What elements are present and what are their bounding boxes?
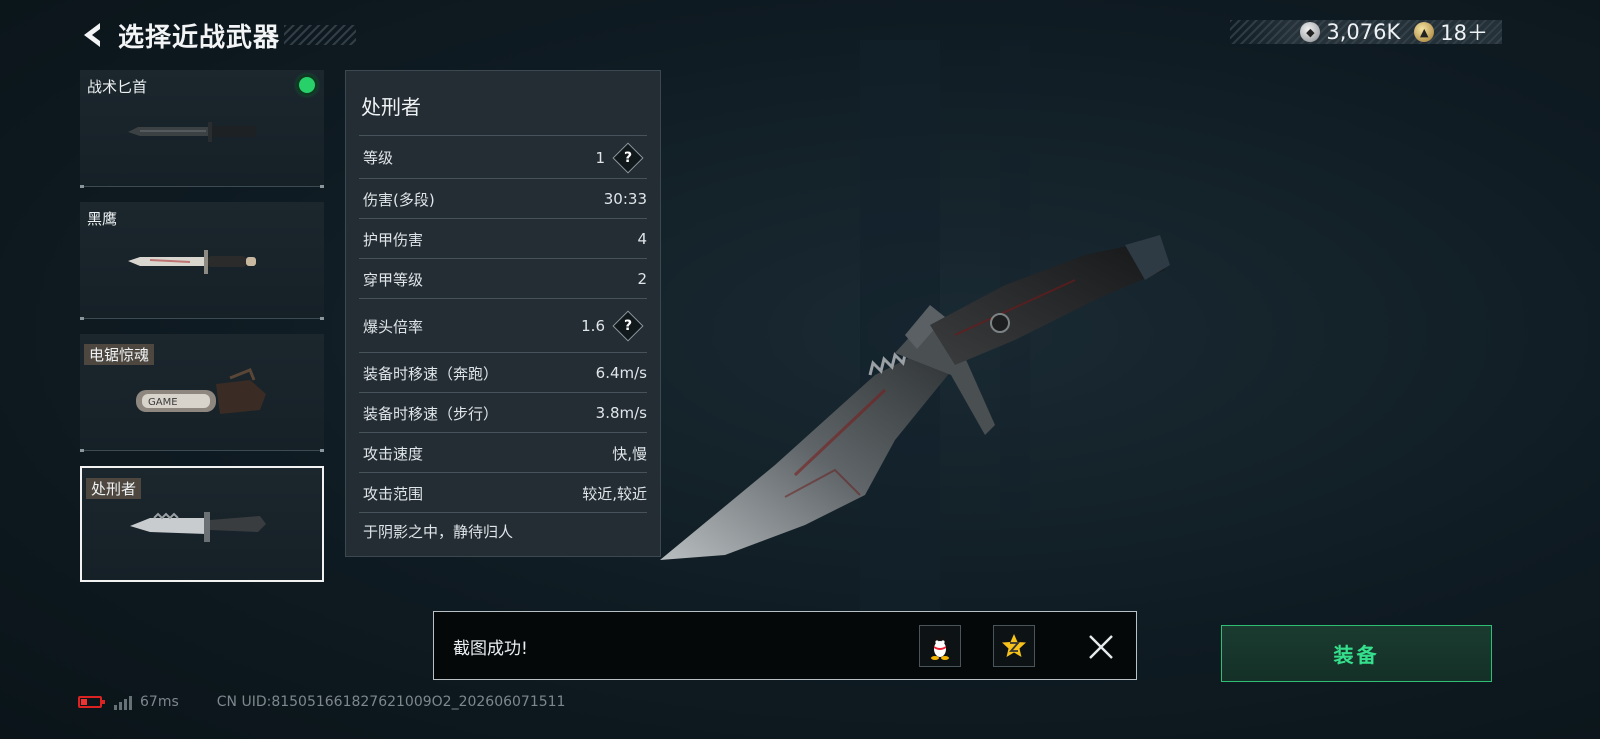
stat-value: 30:33 — [603, 190, 647, 208]
stats-divider — [359, 512, 647, 513]
stat-label: 攻击速度 — [363, 444, 424, 463]
help-icon[interactable]: ? — [612, 310, 644, 342]
stat-value: 2 — [637, 270, 647, 288]
stat-label: 装备时移速（步行） — [363, 404, 499, 423]
stat-label: 伤害(多段) — [363, 190, 435, 209]
stat-row-attack-speed: 攻击速度 快,慢 — [359, 432, 647, 473]
executioner-knife-render — [660, 235, 1170, 560]
screenshot-toast: 截图成功! — [433, 611, 1137, 680]
status-footer: 67ms CN UID:815051661827621009O2_2026060… — [78, 694, 565, 710]
silver-coin-amount: 3,076K — [1326, 20, 1401, 44]
stat-label: 等级 — [363, 149, 394, 167]
signal-strength-icon — [114, 694, 132, 710]
stat-row-armor-damage: 护甲伤害 4 — [359, 218, 647, 259]
stat-value: 3.8m/s — [595, 404, 647, 422]
weapon-name: 电锯惊魂 — [84, 344, 155, 365]
gold-coin-icon: ▲ — [1414, 22, 1435, 42]
stat-label: 穿甲等级 — [363, 270, 424, 289]
header: 选择近战武器 — [78, 18, 357, 53]
silver-coin-icon: ◆ — [1300, 22, 1321, 42]
svg-text:GAME: GAME — [148, 397, 178, 408]
toast-message: 截图成功! — [453, 639, 528, 659]
back-arrow-icon — [84, 23, 100, 47]
stat-value: 较近,较近 — [582, 484, 647, 503]
card-divider — [80, 317, 324, 320]
stat-value: 4 — [637, 230, 647, 248]
stat-value: 1.6 — [581, 317, 605, 335]
weapon-card-chainsaw[interactable]: 电锯惊魂 GAME — [80, 334, 324, 452]
weapon-card-black-hawk[interactable]: 黑鹰 — [80, 202, 324, 320]
tactical-dagger-image — [128, 122, 256, 142]
currency-bar: ◆ 3,076K ▲ 18＋ — [1230, 17, 1502, 47]
card-divider — [80, 185, 324, 188]
stat-row-damage: 伤害(多段) 30:33 — [359, 178, 647, 219]
black-hawk-knife-image — [128, 250, 256, 274]
share-qzone-button[interactable] — [993, 625, 1035, 667]
weapon-card-executioner[interactable]: 处刑者 — [80, 466, 324, 582]
help-icon[interactable]: ? — [612, 141, 644, 174]
executioner-knife-image — [130, 512, 266, 542]
stat-row-headshot: 爆头倍率 1.6 ? — [359, 298, 647, 353]
stat-row-penetration: 穿甲等级 2 — [359, 258, 647, 299]
stat-value: 6.4m/s — [595, 364, 647, 382]
back-button[interactable] — [78, 20, 108, 50]
stat-row-run-speed: 装备时移速（奔跑） 6.4m/s — [359, 352, 647, 393]
stat-row-walk-speed: 装备时移速（步行） 3.8m/s — [359, 392, 647, 433]
card-divider — [80, 449, 324, 452]
stats-weapon-name: 处刑者 — [361, 95, 421, 119]
weapon-name: 战术匕首 — [87, 78, 148, 96]
equip-button[interactable]: 装备 — [1221, 625, 1492, 682]
stat-label: 装备时移速（奔跑） — [363, 364, 499, 383]
stat-label: 爆头倍率 — [363, 317, 424, 336]
battery-low-icon — [78, 696, 105, 708]
weapon-motto: 于阴影之中，静待归人 — [363, 523, 514, 541]
stat-row-level: 等级 1 ? — [359, 135, 647, 179]
equipped-indicator-icon — [299, 77, 315, 93]
equip-button-label: 装备 — [1333, 643, 1380, 667]
weapon-name: 黑鹰 — [87, 210, 118, 228]
chainsaw-image: GAME — [136, 368, 266, 414]
close-icon[interactable] — [1086, 632, 1116, 662]
weapon-card-tactical-dagger[interactable]: 战术匕首 — [80, 70, 324, 188]
stat-value: 1 — [595, 148, 605, 167]
gold-coin-amount[interactable]: 18＋ — [1440, 17, 1488, 47]
stat-row-attack-range: 攻击范围 较近,较近 — [359, 472, 647, 513]
stat-label: 护甲伤害 — [363, 230, 424, 249]
share-qq-button[interactable] — [919, 625, 961, 667]
stat-value: 快,慢 — [612, 444, 647, 463]
qzone-star-icon — [1002, 634, 1026, 657]
stat-label: 攻击范围 — [363, 484, 424, 503]
user-uid: CN UID:815051661827621009O2_202606071511 — [216, 694, 566, 710]
title-decoration — [284, 25, 357, 45]
qq-penguin-icon — [931, 636, 949, 660]
page-title: 选择近战武器 — [118, 22, 281, 53]
weapon-stats-panel: 处刑者 等级 1 ? 伤害(多段) 30:33 护甲伤害 4 穿甲等级 2 爆头… — [345, 70, 661, 557]
ping-value: 67ms — [140, 694, 179, 710]
